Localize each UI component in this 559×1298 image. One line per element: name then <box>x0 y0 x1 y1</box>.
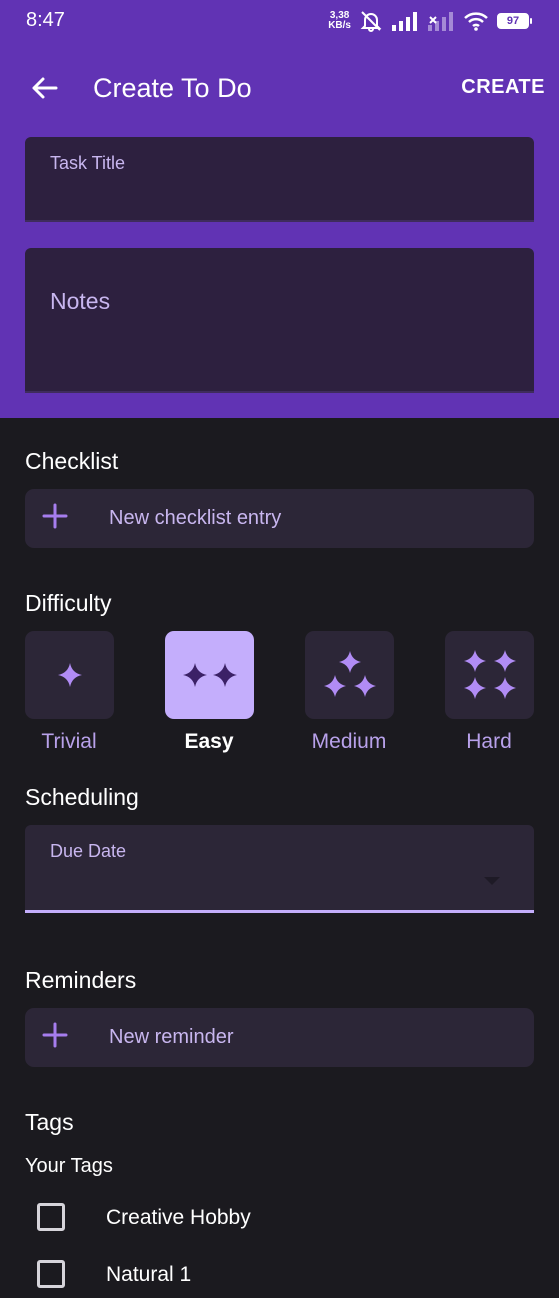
mute-bell-icon <box>360 11 382 32</box>
checkbox[interactable] <box>37 1260 65 1288</box>
new-reminder-label: New reminder <box>109 1026 234 1048</box>
arrow-left-icon <box>32 77 58 99</box>
dropdown-caret-icon <box>484 877 500 885</box>
reminders-title: Reminders <box>25 967 137 993</box>
notes-placeholder: Notes <box>50 288 111 314</box>
tag-row[interactable]: Creative Hobby <box>25 1191 534 1241</box>
due-date-label: Due Date <box>50 841 127 861</box>
tag-row[interactable]: Natural 1 <box>25 1248 534 1298</box>
network-speed: 3,38 KB/s <box>328 11 351 31</box>
difficulty-title: Difficulty <box>25 590 112 616</box>
two-sparkles-icon <box>182 663 237 687</box>
network-speed-unit: KB/s <box>328 20 351 31</box>
scheduling-title: Scheduling <box>25 784 139 810</box>
new-checklist-entry-label: New checklist entry <box>109 507 282 529</box>
difficulty-hard-option[interactable] <box>445 631 534 719</box>
tags-title: Tags <box>25 1109 74 1135</box>
wifi-icon <box>464 12 488 31</box>
tag-label: Creative Hobby <box>106 1206 251 1229</box>
signal-off-icon <box>428 12 453 31</box>
tag-label: Natural 1 <box>106 1263 192 1286</box>
status-bar: 8:47 3,38 KB/s 97 <box>0 0 559 44</box>
page-title: Create To Do <box>93 73 252 103</box>
status-icons: 3,38 KB/s 97 <box>328 8 532 34</box>
checklist-title: Checklist <box>25 448 119 474</box>
plus-icon <box>42 1022 68 1048</box>
new-checklist-entry-button[interactable]: New checklist entry <box>25 489 534 548</box>
difficulty-easy-label: Easy <box>184 730 234 753</box>
sparkle-icon <box>57 663 82 687</box>
three-sparkles-icon <box>323 651 376 697</box>
signal-icon <box>392 12 417 31</box>
difficulty-medium-option[interactable] <box>305 631 394 719</box>
status-time: 8:47 <box>26 9 65 31</box>
difficulty-medium-label: Medium <box>311 730 387 753</box>
plus-icon <box>42 503 68 529</box>
difficulty-hard-label: Hard <box>466 730 512 753</box>
toolbar: Create To Do CREATE <box>0 56 559 120</box>
create-button[interactable]: CREATE <box>461 76 545 99</box>
checkbox[interactable] <box>37 1203 65 1231</box>
difficulty-trivial-option[interactable] <box>25 631 114 719</box>
difficulty-trivial-label: Trivial <box>41 730 97 753</box>
due-date-dropdown[interactable]: Due Date <box>25 825 534 913</box>
your-tags-subtitle: Your Tags <box>25 1155 113 1177</box>
header-area: 8:47 3,38 KB/s 97 Create To Do CREATE Ta… <box>0 0 559 418</box>
task-title-label: Task Title <box>50 153 126 173</box>
battery-icon: 97 <box>497 13 532 29</box>
task-title-field[interactable]: Task Title <box>25 137 534 222</box>
four-sparkles-icon <box>463 650 516 699</box>
notes-field[interactable]: Notes <box>25 248 534 393</box>
difficulty-easy-option[interactable] <box>165 631 254 719</box>
new-reminder-button[interactable]: New reminder <box>25 1008 534 1067</box>
back-button[interactable] <box>22 70 66 106</box>
